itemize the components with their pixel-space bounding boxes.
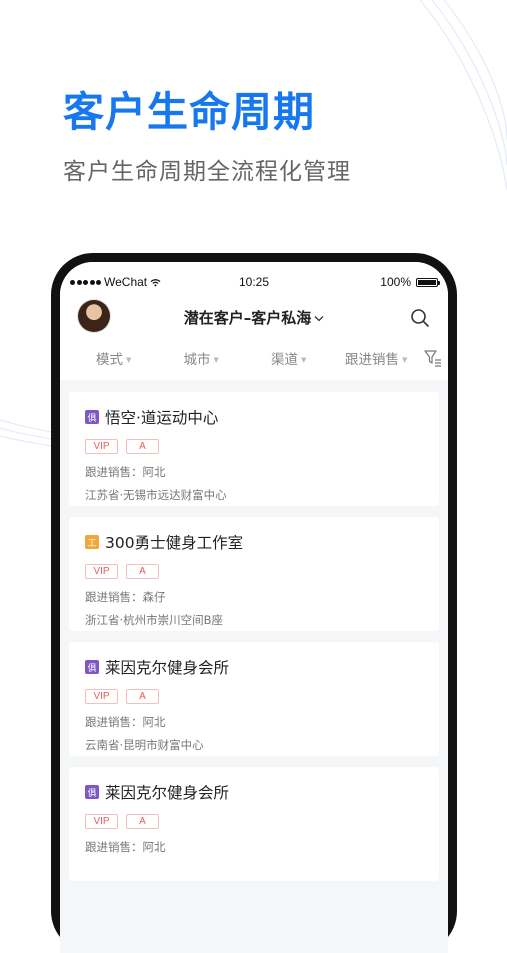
nav-bar: 潜在客户–客户私海	[60, 290, 448, 336]
phone-screen: WeChat 10:25 100% 潜在客户–客户私海 模式 ▼ 城市 ▼ 渠道…	[60, 262, 448, 953]
card-title: 工 300勇士健身工作室	[85, 531, 423, 553]
sales-owner: 跟进销售：森仔	[85, 590, 166, 604]
customer-list: 俱 悟空·道运动中心 VIP A 跟进销售：阿北 江苏省·无锡市远达财富中心 工…	[60, 380, 448, 881]
chevron-down-icon	[314, 316, 324, 322]
customer-card[interactable]: 俱 莱因克尔健身会所 VIP A 跟进销售：阿北	[69, 767, 439, 881]
battery-percent: 100%	[380, 275, 411, 289]
customer-name: 300勇士健身工作室	[105, 534, 244, 552]
sales-owner: 跟进销售：阿北	[85, 465, 166, 479]
club-badge-icon: 俱	[85, 785, 99, 799]
filter-bar: 模式 ▼ 城市 ▼ 渠道 ▼ 跟进销售 ▼	[60, 336, 448, 380]
tag-vip: VIP	[85, 689, 118, 704]
address: 浙江省·杭州市崇川空间B座	[85, 613, 224, 627]
tag-level: A	[126, 564, 159, 579]
caret-down-icon: ▼	[301, 356, 307, 364]
hero-subtitle: 客户生命周期全流程化管理	[63, 159, 351, 185]
sales-owner: 跟进销售：阿北	[85, 715, 166, 729]
customer-card[interactable]: 工 300勇士健身工作室 VIP A 跟进销售：森仔 浙江省·杭州市崇川空间B座	[69, 517, 439, 631]
customer-name: 莱因克尔健身会所	[105, 784, 230, 802]
tag-vip: VIP	[85, 564, 118, 579]
customer-card[interactable]: 俱 莱因克尔健身会所 VIP A 跟进销售：阿北 云南省·昆明市财富中心	[69, 642, 439, 756]
battery-status: 100%	[380, 275, 440, 289]
app-header: WeChat 10:25 100% 潜在客户–客户私海 模式 ▼ 城市 ▼ 渠道…	[60, 262, 448, 380]
tag-level: A	[126, 689, 159, 704]
filter-channel[interactable]: 渠道 ▼	[245, 348, 333, 368]
page-title: 潜在客户–客户私海	[183, 309, 312, 327]
card-title: 俱 莱因克尔健身会所	[85, 781, 423, 803]
customer-card[interactable]: 俱 悟空·道运动中心 VIP A 跟进销售：阿北 江苏省·无锡市远达财富中心	[69, 392, 439, 506]
club-badge-icon: 俱	[85, 410, 99, 424]
filter-city[interactable]: 城市 ▼	[158, 348, 246, 368]
filter-label: 模式	[96, 352, 124, 368]
card-title: 俱 莱因克尔健身会所	[85, 656, 423, 678]
filter-label: 跟进销售	[345, 352, 400, 368]
address: 云南省·昆明市财富中心	[85, 738, 204, 752]
tag-list: VIP A	[85, 689, 423, 704]
tag-vip: VIP	[85, 439, 118, 454]
filter-label: 城市	[183, 352, 211, 368]
tag-list: VIP A	[85, 564, 423, 579]
filter-sales[interactable]: 跟进销售 ▼	[333, 348, 421, 368]
sales-owner: 跟进销售：阿北	[85, 840, 166, 854]
filter-mode[interactable]: 模式 ▼	[70, 348, 158, 368]
card-title: 俱 悟空·道运动中心	[85, 406, 423, 428]
battery-icon	[416, 277, 440, 287]
tag-list: VIP A	[85, 814, 423, 829]
tag-level: A	[126, 814, 159, 829]
caret-down-icon: ▼	[402, 356, 408, 364]
status-bar: WeChat 10:25 100%	[60, 262, 448, 290]
tag-level: A	[126, 439, 159, 454]
phone-frame: WeChat 10:25 100% 潜在客户–客户私海 模式 ▼ 城市 ▼ 渠道…	[51, 253, 457, 953]
caret-down-icon: ▼	[126, 356, 132, 364]
filter-icon[interactable]	[424, 349, 442, 367]
studio-badge-icon: 工	[85, 535, 99, 549]
address: 江苏省·无锡市远达财富中心	[85, 488, 227, 502]
tag-list: VIP A	[85, 439, 423, 454]
customer-name: 莱因克尔健身会所	[105, 659, 230, 677]
search-icon[interactable]	[410, 308, 430, 328]
caret-down-icon: ▼	[213, 356, 219, 364]
customer-name: 悟空·道运动中心	[105, 409, 219, 427]
filter-label: 渠道	[271, 352, 299, 368]
club-badge-icon: 俱	[85, 660, 99, 674]
tag-vip: VIP	[85, 814, 118, 829]
customer-pool-selector[interactable]: 潜在客户–客户私海	[60, 307, 448, 328]
hero-title: 客户生命周期	[63, 88, 315, 136]
